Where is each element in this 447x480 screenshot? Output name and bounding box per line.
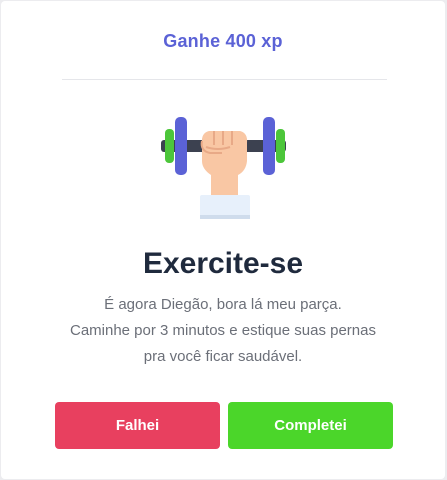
- task-title: Exercite-se: [142, 247, 304, 280]
- message-line: É agora Diegão, bora lá meu parça.: [104, 296, 342, 313]
- task-message: É agora Diegão, bora lá meu parça. Camin…: [1, 292, 445, 370]
- fail-button[interactable]: Falhei: [55, 402, 220, 449]
- divider: [62, 79, 387, 80]
- message-line: Caminhe por 3 minutos e estique suas per…: [69, 322, 376, 339]
- complete-button[interactable]: Completei: [228, 402, 393, 449]
- message-line: pra você ficar saudável.: [143, 348, 303, 365]
- task-card: Ganhe 400 xp Exercite-se É agora Diegão,…: [1, 1, 445, 479]
- dumbbell-hand-icon: [156, 111, 291, 226]
- xp-reward-label: Ganhe 400 xp: [163, 31, 283, 51]
